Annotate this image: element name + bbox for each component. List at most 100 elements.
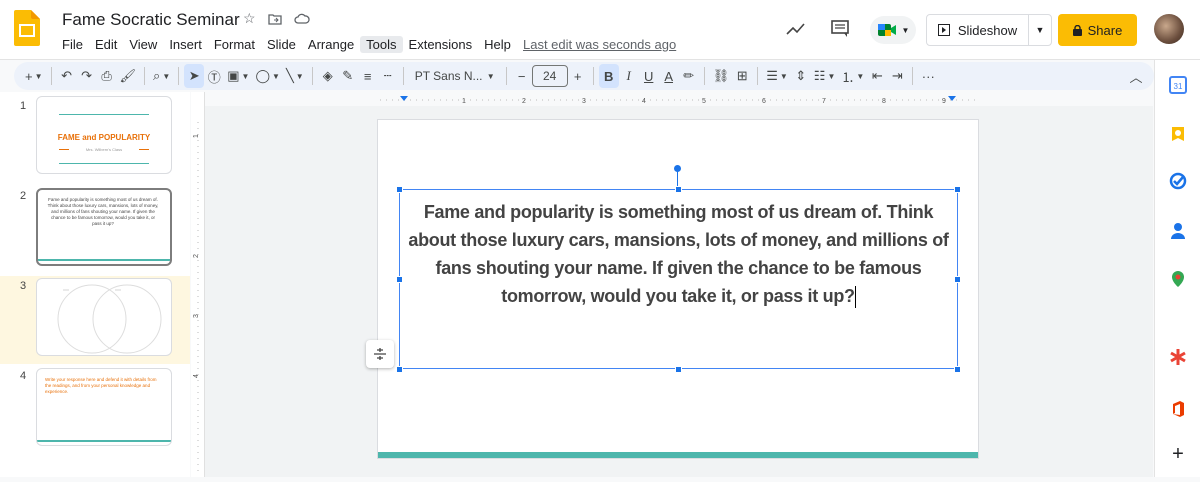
menu-slide[interactable]: Slide	[261, 36, 302, 53]
slides-logo-icon[interactable]	[14, 10, 40, 46]
print-icon[interactable]: ⎙	[97, 64, 117, 88]
add-addon-icon[interactable]: +	[1169, 444, 1187, 464]
shape-icon[interactable]: ◯ ▼	[252, 64, 282, 88]
document-title[interactable]: Fame Socratic Seminar	[62, 10, 240, 30]
underline-button[interactable]: U	[639, 64, 659, 88]
menu-tools[interactable]: Tools	[360, 36, 403, 53]
horizontal-ruler: 1 2 3 4 5 6 7 8 9	[380, 96, 980, 105]
resize-handle-s[interactable]	[675, 366, 682, 373]
resize-handle-sw[interactable]	[396, 366, 403, 373]
line-icon[interactable]: ╲ ▼	[283, 64, 307, 88]
calendar-icon[interactable]: 31	[1169, 76, 1187, 94]
top-bar: Fame Socratic Seminar ☆ File Edit View I…	[0, 0, 1200, 60]
italic-button[interactable]: I	[619, 64, 639, 88]
ruler-tick: 4	[642, 98, 646, 105]
comments-icon[interactable]	[831, 20, 849, 38]
border-weight-icon[interactable]: ≡	[358, 64, 378, 88]
menu-edit[interactable]: Edit	[89, 36, 123, 53]
highlight-icon[interactable]: ✏	[679, 64, 699, 88]
text-color-button[interactable]: A	[659, 64, 679, 88]
slide-body-text[interactable]: Fame and popularity is something most of…	[408, 198, 949, 310]
tasks-icon[interactable]	[1169, 172, 1187, 190]
align-icon[interactable]: ☰ ▼	[763, 64, 791, 88]
ruler-tick: 3	[193, 314, 200, 318]
thumb-body: Write your response here and defend it w…	[45, 377, 157, 394]
more-options-icon[interactable]: ···	[918, 64, 938, 88]
font-size-input[interactable]: 24	[531, 65, 568, 87]
vertical-align-button[interactable]	[366, 340, 394, 368]
chevron-down-icon: ▼	[486, 71, 495, 81]
menu-extensions[interactable]: Extensions	[403, 36, 479, 53]
menu-file[interactable]: File	[56, 36, 89, 53]
increase-indent-icon[interactable]: ⇥	[887, 64, 907, 88]
bulleted-list-icon[interactable]: ☷ ▼	[811, 64, 839, 88]
add-comment-icon[interactable]: ⊞	[732, 64, 752, 88]
resize-handle-n[interactable]	[675, 186, 682, 193]
slide-body-text-content: Fame and popularity is something most of…	[408, 202, 949, 306]
share-button[interactable]: Share	[1058, 14, 1137, 46]
slide-thumbnail-1[interactable]: FAME and POPULARITY Mrs. Wilbern's Class	[36, 96, 172, 174]
collapse-toolbar-icon[interactable]: ︿	[1126, 64, 1146, 88]
star-icon[interactable]: ☆	[243, 10, 256, 27]
decrease-indent-icon[interactable]: ⇤	[867, 64, 887, 88]
thumb-line	[59, 163, 149, 164]
left-indent-marker[interactable]	[400, 96, 408, 101]
menu-arrange[interactable]: Arrange	[302, 36, 360, 53]
activity-trend-icon[interactable]	[786, 22, 806, 36]
paint-format-icon[interactable]: 🖌︎	[117, 64, 140, 88]
undo-icon[interactable]: ↶	[57, 64, 77, 88]
slide-2-canvas[interactable]: Fame and popularity is something most of…	[378, 120, 978, 458]
slide-number: 1	[20, 100, 27, 112]
bold-button[interactable]: B	[598, 64, 619, 88]
asterisk-addon-icon[interactable]	[1169, 348, 1187, 366]
slideshow-label: Slideshow	[957, 22, 1018, 38]
slide-accent-bar	[378, 452, 978, 458]
resize-handle-e[interactable]	[954, 276, 961, 283]
font-select[interactable]: PT Sans N... ▼	[409, 64, 501, 88]
share-label: Share	[1087, 22, 1123, 38]
link-icon[interactable]: ⛓	[710, 64, 733, 88]
font-name: PT Sans N...	[414, 69, 483, 83]
numbered-list-icon[interactable]: ⒈ ▼	[838, 64, 867, 88]
fill-color-icon[interactable]: ◈	[318, 64, 338, 88]
decrease-font-size-icon[interactable]: −	[512, 64, 532, 88]
keep-icon[interactable]	[1169, 126, 1187, 144]
text-box-icon[interactable]: Ⓣ	[204, 64, 224, 88]
slideshow-dropdown-icon[interactable]: ▼	[1029, 25, 1051, 35]
slide-thumbnail-3[interactable]	[36, 278, 172, 356]
border-color-icon[interactable]: ✎	[338, 64, 358, 88]
slideshow-button[interactable]: Slideshow	[927, 15, 1029, 45]
ruler-tick: 5	[702, 98, 706, 105]
meet-button[interactable]: ▼	[870, 16, 916, 44]
resize-handle-nw[interactable]	[396, 186, 403, 193]
redo-icon[interactable]: ↷	[77, 64, 97, 88]
border-dash-icon[interactable]: ┄	[378, 64, 398, 88]
menu-help[interactable]: Help	[478, 36, 517, 53]
slide-thumbnail-4[interactable]: Write your response here and defend it w…	[36, 368, 172, 446]
resize-handle-ne[interactable]	[954, 186, 961, 193]
body-text-box[interactable]: Fame and popularity is something most of…	[399, 189, 958, 369]
right-indent-marker[interactable]	[948, 96, 956, 101]
resize-handle-w[interactable]	[396, 276, 403, 283]
menu-format[interactable]: Format	[208, 36, 261, 53]
increase-font-size-icon[interactable]: +	[568, 64, 588, 88]
line-spacing-icon[interactable]: ⇕	[791, 64, 811, 88]
maps-icon[interactable]	[1169, 270, 1187, 288]
thumb-body: Fame and popularity is something most of…	[47, 197, 159, 226]
move-folder-icon[interactable]	[268, 13, 282, 25]
avatar[interactable]	[1154, 14, 1184, 44]
zoom-icon[interactable]: ⌕ ▼	[150, 64, 173, 88]
select-cursor-icon[interactable]: ➤	[184, 64, 205, 88]
menu-view[interactable]: View	[123, 36, 163, 53]
new-slide-icon[interactable]: + ▼	[22, 64, 46, 88]
vertical-align-icon	[374, 348, 386, 360]
ruler-tick: 3	[582, 98, 586, 105]
slide-thumbnail-2[interactable]: Fame and popularity is something most of…	[36, 188, 172, 266]
office-addon-icon[interactable]	[1169, 400, 1187, 418]
last-edit-link[interactable]: Last edit was seconds ago	[523, 37, 676, 52]
resize-handle-se[interactable]	[954, 366, 961, 373]
cloud-saved-icon[interactable]	[294, 13, 310, 25]
menu-insert[interactable]: Insert	[163, 36, 208, 53]
contacts-icon[interactable]	[1169, 222, 1187, 240]
image-icon[interactable]: ▣ ▼	[224, 64, 252, 88]
